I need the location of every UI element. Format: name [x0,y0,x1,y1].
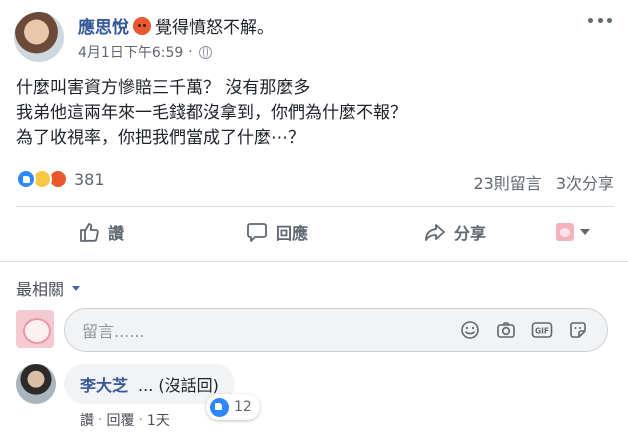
engagement-counts: 23則留言 3次分享 [473,170,614,194]
post-line: 為了收視率，你把我們當成了什麼⋯？ [16,128,305,148]
post-meta: 4月1日下午6:59 · [78,42,212,62]
chevron-down-icon [580,229,590,235]
emoji-icon[interactable] [459,319,481,341]
meta-separator: · [138,412,143,428]
caret-down-icon [72,285,81,291]
comment-button[interactable]: 回應 [246,220,308,244]
share-button[interactable]: 分享 [424,220,486,244]
current-user-avatar [16,310,54,348]
comment-actions: 讚 · 回覆 · 1天 [80,410,170,430]
like-reaction-icon [16,169,36,189]
comment-placeholder: 留言...... [82,322,145,341]
comment-age[interactable]: 1天 [147,410,170,430]
reaction-count[interactable]: 381 [74,170,105,189]
sort-label: 最相關 [16,280,65,299]
angry-feeling-icon [133,16,151,35]
comment-input[interactable]: 留言...... GIF [64,308,608,352]
sticker-icon[interactable] [567,319,589,341]
comment-reaction-count: 12 [234,399,252,415]
globe-icon[interactable] [198,45,212,59]
post-line: 我弟他這兩年來一毛錢都沒拿到，你們為什麼不報？ [16,103,407,123]
divider [16,206,614,207]
meta-separator: · [188,44,193,60]
like-reaction-icon [210,397,229,417]
meta-separator: · [98,412,103,428]
like-label: 讚 [108,224,125,243]
feeling-text: 覺得憤怒不解。 [155,18,274,38]
comment-like-link[interactable]: 讚 [80,410,94,430]
more-options-icon[interactable] [588,16,612,24]
author-avatar[interactable] [14,12,64,62]
comment-reply-link[interactable]: 回覆 [106,410,134,430]
comment-reaction-badge[interactable]: 12 [206,394,260,420]
comment-author[interactable]: 李大芝 [80,372,128,396]
share-label: 分享 [454,224,487,243]
author-name[interactable]: 應思悅 [78,13,129,38]
reaction-summary[interactable]: 381 [16,169,105,189]
svg-text:GIF: GIF [535,327,549,336]
share-arrow-icon [425,224,445,241]
post-header: 應思悅 覺得憤怒不解。 [78,13,274,38]
shares-count[interactable]: 3次分享 [556,170,614,194]
comment-text: ... (沒話回) [138,376,219,395]
camera-icon[interactable] [495,319,517,341]
like-button[interactable]: 讚 [78,220,124,244]
post-body: 什麼叫害資方慘賠三千萬？ 沒有那麼多 我弟他這兩年來一毛錢都沒拿到，你們為什麼不… [16,76,616,151]
comment-icon [247,223,267,242]
post-timestamp[interactable]: 4月1日下午6:59 [78,42,183,62]
divider [0,261,628,262]
page-avatar [556,223,574,241]
comment-label: 回應 [276,224,309,243]
thumbs-up-icon [80,223,99,242]
comment-sort-dropdown[interactable]: 最相關 [16,276,81,300]
comments-count[interactable]: 23則留言 [473,170,541,194]
reaction-as-selector[interactable] [556,223,590,241]
post-line: 什麼叫害資方慘賠三千萬？ 沒有那麼多 [16,78,311,98]
gif-icon[interactable]: GIF [531,319,553,341]
commenter-avatar[interactable] [16,364,56,404]
